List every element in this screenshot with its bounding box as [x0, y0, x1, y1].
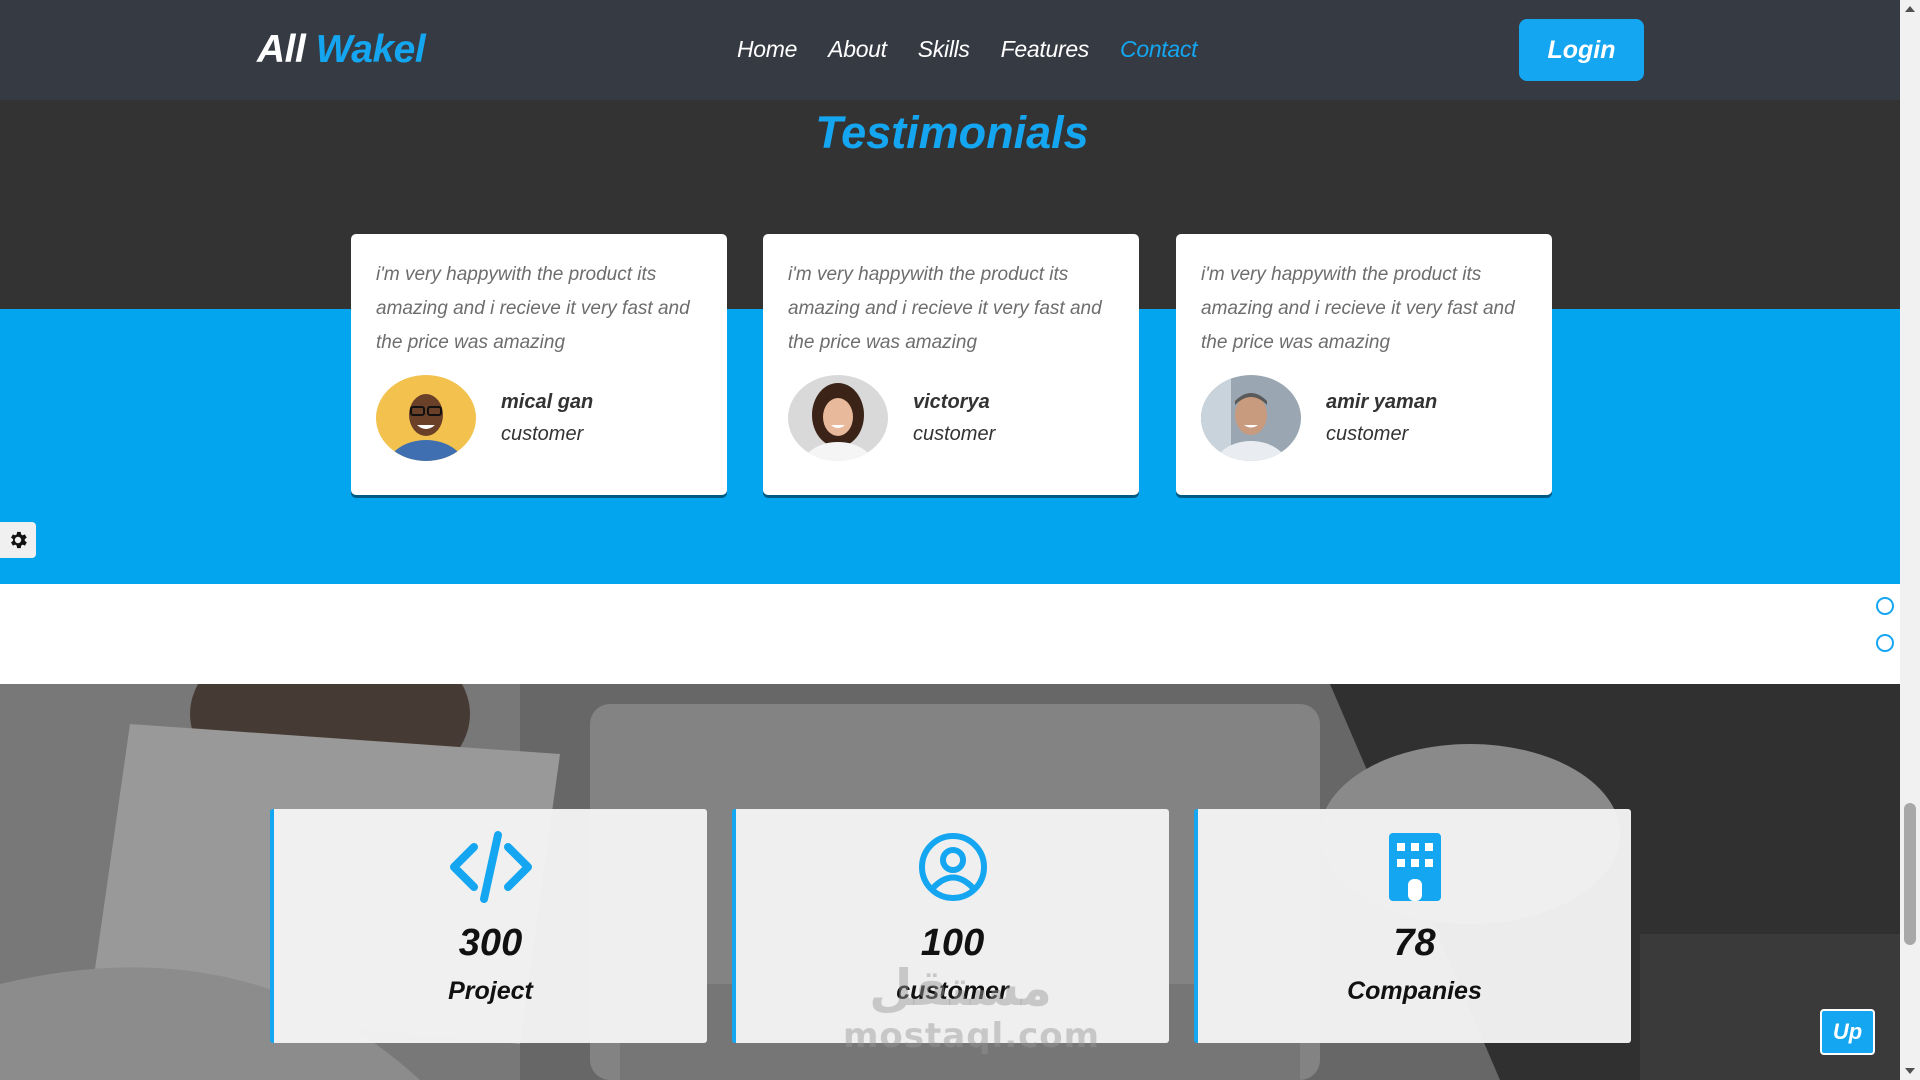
watermark: مستقل mostaql.com	[843, 959, 1101, 1056]
avatar	[788, 375, 888, 461]
nav-contact[interactable]: Contact	[1120, 36, 1197, 63]
white-spacer	[0, 584, 1900, 684]
stat-card-companies: 78 Companies	[1194, 809, 1631, 1043]
site-header: All Wakel Home About Skills Features Con…	[0, 0, 1900, 100]
testimonial-quote: i'm very happywith the product its amazi…	[376, 264, 690, 353]
scroll-thumb[interactable]	[1904, 803, 1916, 945]
testimonial-info: mical gan customer	[501, 386, 593, 450]
testimonial-info: amir yaman customer	[1326, 386, 1437, 450]
testimonial-person: victorya customer	[788, 375, 995, 461]
nav-home[interactable]: Home	[737, 36, 797, 63]
testimonial-quote: i'm very happywith the product its amazi…	[1201, 264, 1515, 353]
stat-label: Project	[448, 977, 533, 1005]
testimonial-card: i'm very happywith the product its amazi…	[763, 234, 1139, 495]
scroll-up-button[interactable]: Up	[1820, 1009, 1875, 1055]
nav-features[interactable]: Features	[1001, 36, 1090, 63]
nav-bullet[interactable]	[1876, 634, 1894, 652]
logo[interactable]: All Wakel	[257, 28, 426, 72]
nav-bullet[interactable]	[1876, 597, 1894, 615]
testimonial-person: amir yaman customer	[1201, 375, 1437, 461]
settings-toggle[interactable]	[0, 522, 36, 558]
testimonial-role: customer	[1326, 423, 1409, 445]
gear-icon	[11, 531, 27, 549]
stat-label: Companies	[1347, 977, 1482, 1005]
logo-second: Wakel	[315, 28, 426, 71]
testimonial-name: amir yaman	[1326, 391, 1438, 413]
scrollbar[interactable]	[1900, 0, 1920, 1080]
testimonial-info: victorya customer	[913, 386, 995, 450]
code-icon	[274, 831, 707, 903]
stat-card-projects: 300 Project	[270, 809, 707, 1043]
watermark-arabic: مستقل	[869, 959, 1052, 1017]
building-icon	[1198, 831, 1631, 903]
logo-first: All	[257, 28, 306, 71]
watermark-latin: mostaql.com	[843, 1016, 1101, 1056]
avatar	[376, 375, 476, 461]
testimonial-person: mical gan customer	[376, 375, 593, 461]
testimonial-card: i'm very happywith the product its amazi…	[351, 234, 727, 495]
testimonials-title: Testimonials	[815, 107, 1089, 158]
avatar	[1201, 375, 1301, 461]
testimonial-role: customer	[913, 423, 996, 445]
testimonial-quote: i'm very happywith the product its amazi…	[788, 264, 1102, 353]
testimonial-name: mical gan	[501, 391, 594, 413]
stat-value: 300	[458, 922, 523, 964]
nav-skills[interactable]: Skills	[918, 36, 970, 63]
testimonial-card: i'm very happywith the product its amazi…	[1176, 234, 1552, 495]
main-nav: Home About Skills Features Contact	[737, 36, 1197, 63]
nav-about[interactable]: About	[828, 36, 887, 63]
stat-value: 78	[1393, 922, 1436, 964]
login-button[interactable]: Login	[1519, 19, 1644, 81]
scroll-up-arrow[interactable]	[1905, 6, 1915, 12]
user-circle-icon	[736, 831, 1169, 903]
testimonial-role: customer	[501, 423, 584, 445]
scroll-down-arrow[interactable]	[1905, 1068, 1915, 1074]
testimonial-name: victorya	[913, 391, 990, 413]
